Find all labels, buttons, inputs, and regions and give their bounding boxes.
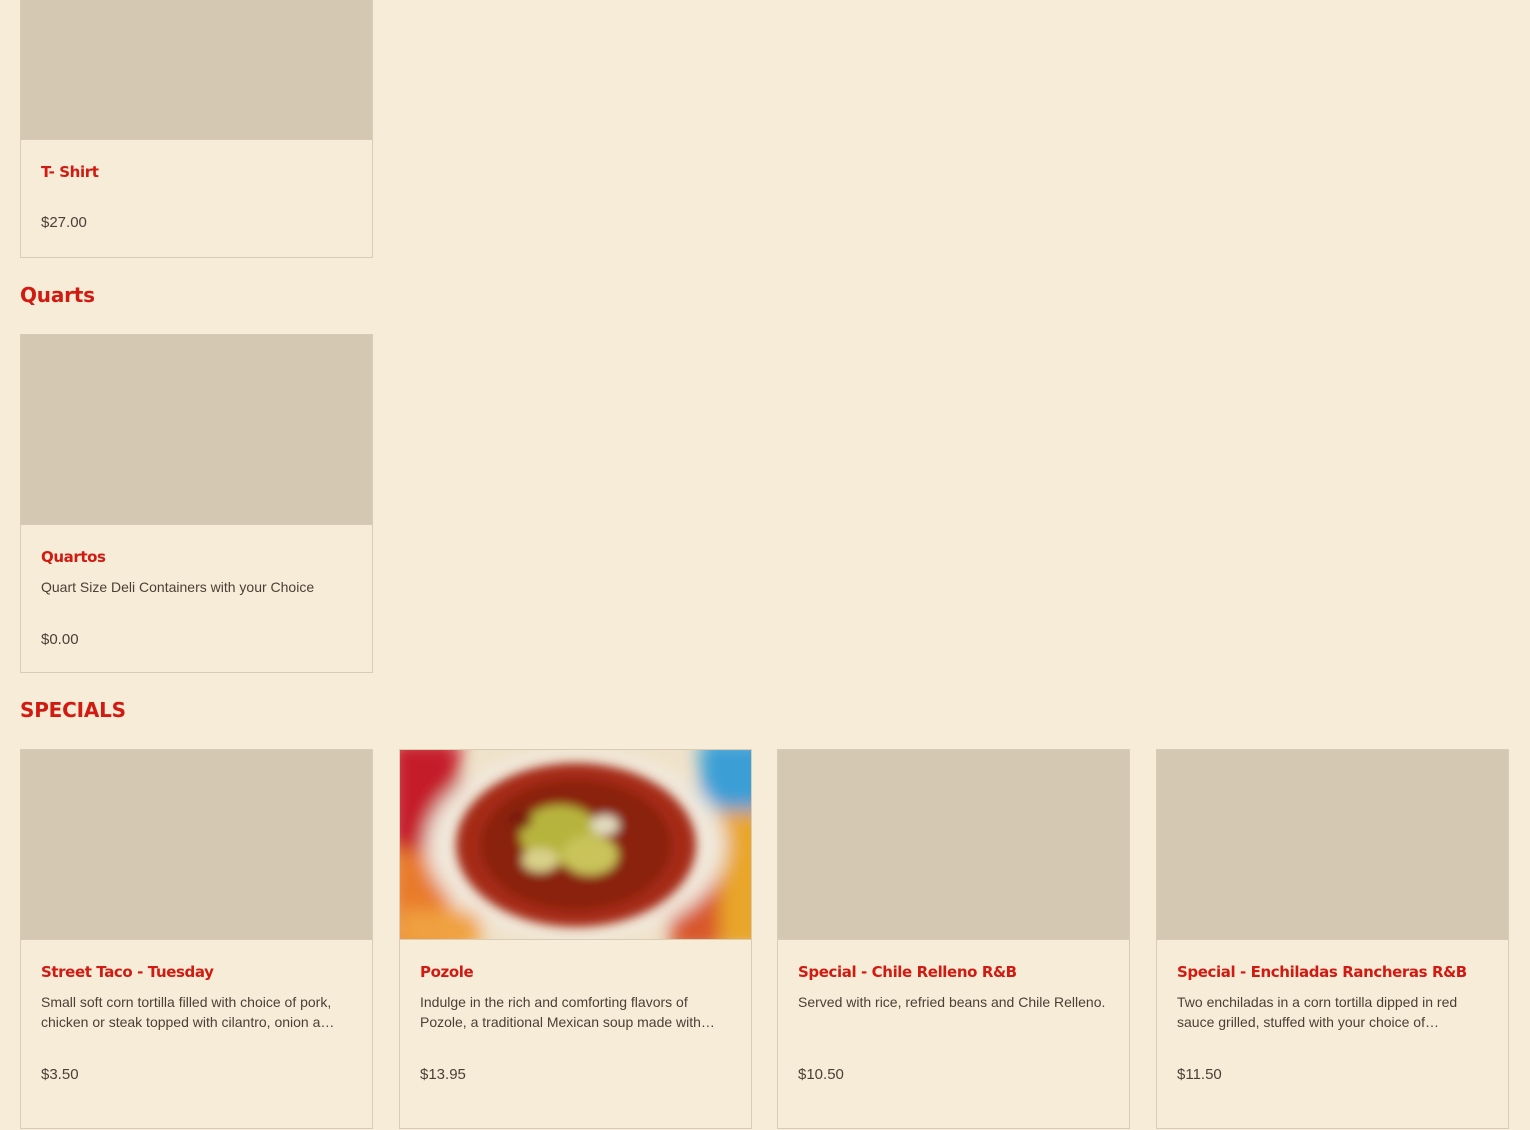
menu-item-card[interactable]: Pozole Indulge in the rich and comfortin… bbox=[399, 749, 752, 1129]
menu-item-card[interactable]: Quartos Quart Size Deli Containers with … bbox=[20, 334, 373, 673]
item-name: T- Shirt bbox=[41, 163, 99, 181]
item-image-placeholder bbox=[21, 0, 372, 140]
item-price: $0.00 bbox=[41, 631, 79, 648]
item-image-placeholder bbox=[778, 750, 1129, 940]
item-description: Served with rice, refried beans and Chil… bbox=[798, 994, 1106, 1010]
item-description: Indulge in the rich and comforting flavo… bbox=[420, 994, 715, 1030]
item-image-placeholder bbox=[21, 335, 372, 525]
item-photo-pozole bbox=[400, 750, 751, 940]
menu-item-card[interactable]: T- Shirt $27.00 bbox=[20, 0, 373, 258]
item-name: Special - Chile Relleno R&B bbox=[798, 963, 1017, 981]
pozole-photo bbox=[400, 750, 751, 939]
menu-item-card[interactable]: Special - Enchiladas Rancheras R&B Two e… bbox=[1156, 749, 1509, 1129]
item-price: $3.50 bbox=[41, 1066, 79, 1083]
item-name: Street Taco - Tuesday bbox=[41, 963, 214, 981]
item-price: $11.50 bbox=[1177, 1066, 1222, 1083]
item-description: Small soft corn tortilla filled with cho… bbox=[41, 994, 335, 1030]
item-price: $13.95 bbox=[420, 1066, 466, 1083]
section-title-quarts: Quarts bbox=[20, 283, 95, 307]
item-name: Special - Enchiladas Rancheras R&B bbox=[1177, 963, 1467, 981]
menu-item-card[interactable]: Special - Chile Relleno R&B Served with … bbox=[777, 749, 1130, 1129]
item-description: Quart Size Deli Containers with your Cho… bbox=[41, 579, 315, 595]
item-price: $27.00 bbox=[41, 214, 87, 231]
item-name: Pozole bbox=[420, 963, 474, 981]
section-title-specials: SPECIALS bbox=[20, 698, 126, 722]
item-price: $10.50 bbox=[798, 1066, 844, 1083]
item-name: Quartos bbox=[41, 548, 106, 566]
item-image-placeholder bbox=[21, 750, 372, 940]
item-image-placeholder bbox=[1157, 750, 1508, 940]
item-description: Two enchiladas in a corn tortilla dipped… bbox=[1177, 994, 1458, 1030]
menu-item-card[interactable]: Street Taco - Tuesday Small soft corn to… bbox=[20, 749, 373, 1129]
